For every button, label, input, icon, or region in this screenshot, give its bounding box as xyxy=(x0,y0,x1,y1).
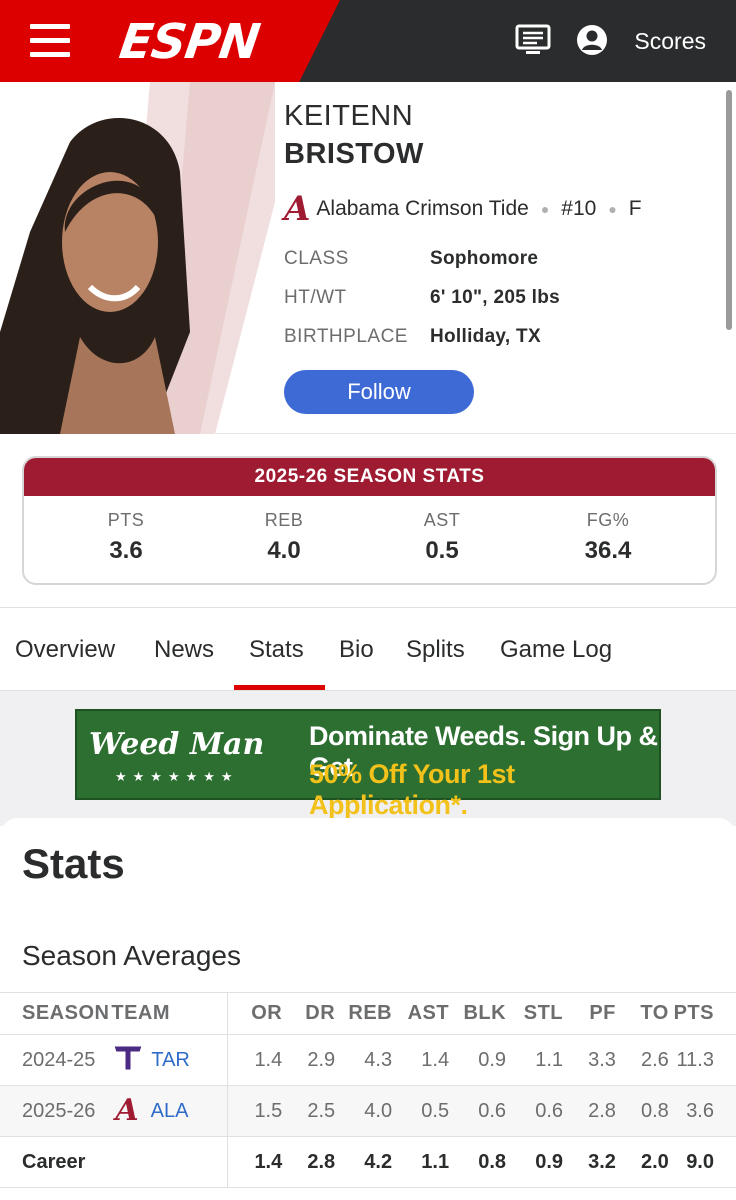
espn-logo[interactable]: ESPN xyxy=(116,14,263,70)
advertisement-banner[interactable]: Weed Man ★★★★★★★ Dominate Weeds. Sign Up… xyxy=(75,709,661,820)
attr-height-weight: HT/WT 6' 10", 205 lbs xyxy=(284,287,560,308)
team-link[interactable]: TAR xyxy=(151,1049,190,1072)
col-to[interactable]: TO xyxy=(615,992,669,1035)
active-tab-indicator xyxy=(234,685,325,690)
stat-fg-pct: FG% 36.4 xyxy=(584,510,632,564)
col-blk[interactable]: BLK xyxy=(449,992,507,1035)
season-stats-card: 2025-26 SEASON STATS PTS 3.6 REB 4.0 AST… xyxy=(22,456,717,585)
stat-ast: AST 0.5 xyxy=(423,510,461,564)
table-header-row: SEASON TEAM OR DR REB AST BLK STL PF TO … xyxy=(0,992,736,1035)
season-stats-title: 2025-26 SEASON STATS xyxy=(24,458,715,496)
player-first-name: KEITENN xyxy=(284,100,414,132)
account-icon[interactable] xyxy=(576,24,608,61)
col-season[interactable]: SEASON xyxy=(0,992,112,1035)
attr-birthplace: BIRTHPLACE Holliday, TX xyxy=(284,326,541,347)
ad-brand: Weed Man xyxy=(89,727,265,762)
tab-overview[interactable]: Overview xyxy=(15,636,115,664)
menu-icon[interactable] xyxy=(30,24,70,58)
col-or[interactable]: OR xyxy=(227,992,283,1035)
ad-offer: 50% Off Your 1st Application*. xyxy=(309,759,515,820)
ad-area: Weed Man ★★★★★★★ Dominate Weeds. Sign Up… xyxy=(0,691,736,826)
stats-heading: Stats xyxy=(22,840,125,887)
player-last-name: BRISTOW xyxy=(284,138,424,170)
player-tabs: Overview News Stats Bio Splits Game Log xyxy=(0,607,736,691)
scores-link[interactable]: Scores xyxy=(634,28,706,55)
player-headshot xyxy=(0,82,275,434)
alabama-logo-icon: A xyxy=(115,1093,139,1128)
alabama-logo-icon: A xyxy=(284,189,311,229)
season-averages-table: SEASON TEAM OR DR REB AST BLK STL PF TO … xyxy=(0,992,736,1188)
top-nav-bar: ESPN Scores xyxy=(0,0,736,82)
team-line: A Alabama Crimson Tide ● #10 ● F xyxy=(284,189,642,229)
tarleton-logo-icon xyxy=(111,1042,145,1078)
ad-stars-decoration: ★★★★★★★ xyxy=(115,769,239,784)
jersey-number: #10 xyxy=(561,197,597,220)
tab-game-log[interactable]: Game Log xyxy=(500,636,612,664)
scrollbar[interactable] xyxy=(726,90,732,330)
tab-splits[interactable]: Splits xyxy=(406,636,465,664)
season-averages-heading: Season Averages xyxy=(22,940,241,971)
col-pts[interactable]: PTS xyxy=(668,992,736,1035)
col-stl[interactable]: STL xyxy=(506,992,564,1035)
table-row: 2024-25 TAR 1.4 2.9 4.3 1.4 0.9 1.1 3.3 … xyxy=(0,1034,736,1086)
col-dr[interactable]: DR xyxy=(282,992,336,1035)
team-name-link[interactable]: Alabama Crimson Tide xyxy=(316,197,528,221)
news-icon[interactable] xyxy=(515,24,551,61)
tab-bio[interactable]: Bio xyxy=(339,636,374,664)
stat-pts: PTS 3.6 xyxy=(107,510,145,564)
stat-reb: REB 4.0 xyxy=(264,510,304,564)
table-row: 2025-26 A ALA 1.5 2.5 4.0 0.5 0.6 0.6 2.… xyxy=(0,1085,736,1137)
col-pf[interactable]: PF xyxy=(563,992,616,1035)
player-header: KEITENN BRISTOW A Alabama Crimson Tide ●… xyxy=(0,82,736,434)
team-link[interactable]: ALA xyxy=(151,1100,189,1123)
career-row: Career 1.4 2.8 4.2 1.1 0.8 0.9 3.2 2.0 9… xyxy=(0,1136,736,1188)
follow-button[interactable]: Follow xyxy=(284,370,474,414)
player-position: F xyxy=(628,197,642,220)
attr-class: CLASS Sophomore xyxy=(284,248,539,269)
col-reb[interactable]: REB xyxy=(335,992,393,1035)
col-ast[interactable]: AST xyxy=(392,992,450,1035)
tab-stats[interactable]: Stats xyxy=(249,636,304,664)
col-team[interactable]: TEAM xyxy=(111,992,228,1035)
tab-news[interactable]: News xyxy=(154,636,214,664)
